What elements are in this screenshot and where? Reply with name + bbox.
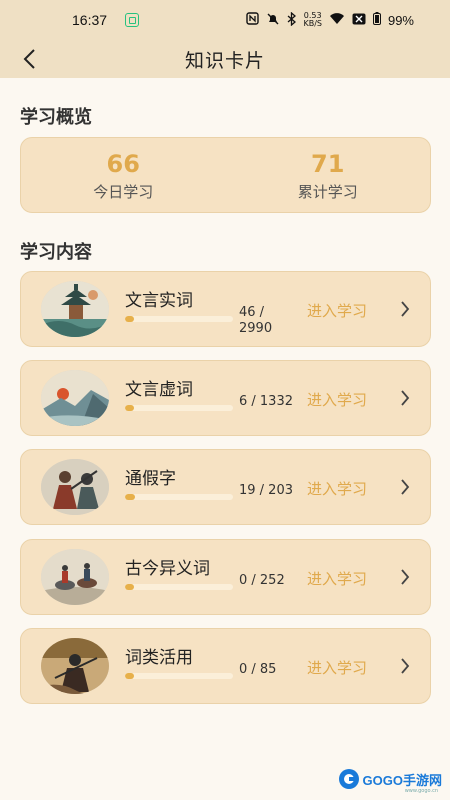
enter-study-label: 进入学习	[307, 570, 368, 588]
course-thumbnail	[41, 549, 109, 605]
app-notification-icon	[125, 13, 140, 27]
gogo-logo-icon	[338, 769, 359, 789]
chevron-right-icon	[401, 479, 410, 495]
progress-count: 0 / 252	[239, 573, 285, 588]
wifi-icon	[329, 12, 345, 28]
progress-bar	[125, 673, 233, 679]
progress-count: 0 / 85	[239, 662, 277, 677]
enter-study-label: 进入学习	[307, 302, 368, 320]
course-name: 古今异义词	[125, 559, 210, 579]
chevron-right-icon	[401, 569, 410, 585]
today-label: 今日学习	[93, 183, 154, 201]
nav-bar: 知识卡片	[0, 40, 450, 78]
course-card[interactable]: 文言实词 46 / 2990 进入学习	[20, 271, 431, 347]
course-thumbnail	[41, 459, 109, 515]
course-card[interactable]: 通假字 19 / 203 进入学习	[20, 449, 431, 525]
today-stat: 66 今日学习	[21, 138, 226, 212]
page-title: 知识卡片	[184, 49, 265, 72]
progress-bar	[125, 316, 233, 322]
enter-study-label: 进入学习	[307, 480, 368, 498]
course-name: 文言实词	[125, 291, 193, 311]
course-card[interactable]: 文言虚词 6 / 1332 进入学习	[20, 360, 431, 436]
progress-count: 46 / 2990	[239, 305, 273, 336]
course-card[interactable]: 词类活用 0 / 85 进入学习	[20, 628, 431, 704]
progress-fill	[125, 584, 134, 590]
progress-count: 6 / 1332	[239, 394, 293, 409]
progress-bar	[125, 584, 233, 590]
chevron-right-icon	[401, 390, 410, 406]
enter-study-label: 进入学习	[307, 659, 368, 677]
status-icons: 0.53 KB/S 99%	[246, 0, 414, 40]
total-label: 累计学习	[297, 183, 358, 201]
course-name: 通假字	[125, 469, 176, 489]
progress-fill	[125, 673, 134, 679]
today-value: 66	[106, 150, 140, 178]
course-name: 词类活用	[125, 648, 193, 668]
course-thumbnail	[41, 370, 109, 426]
chevron-left-icon	[23, 49, 35, 69]
chevron-right-icon	[401, 658, 410, 674]
overview-card: 66 今日学习 71 累计学习	[20, 137, 431, 213]
total-stat: 71 累计学习	[226, 138, 431, 212]
watermark-logo: GOGO手游网 www.gogo.cn	[328, 766, 442, 794]
mute-icon	[266, 12, 280, 29]
content-section-title: 学习内容	[20, 242, 92, 263]
course-thumbnail	[41, 638, 109, 694]
progress-fill	[125, 494, 136, 500]
course-card[interactable]: 古今异义词 0 / 252 进入学习	[20, 539, 431, 615]
battery-icon	[372, 12, 381, 28]
progress-count: 19 / 203	[239, 483, 293, 498]
watermark-text: GOGO手游网	[362, 772, 442, 788]
watermark-subtext: www.gogo.cn	[404, 788, 438, 794]
bluetooth-icon	[287, 11, 297, 29]
overview-section-title: 学习概览	[20, 107, 92, 128]
progress-fill	[125, 405, 134, 411]
chevron-right-icon	[401, 301, 410, 317]
battery-percent: 99%	[387, 12, 414, 28]
course-name: 文言虚词	[125, 380, 193, 400]
back-button[interactable]	[14, 44, 44, 74]
nfc-icon	[246, 12, 260, 28]
sim-off-icon	[352, 13, 366, 28]
network-speed: 0.53 KB/S	[303, 11, 322, 28]
status-time: 16:37	[72, 12, 108, 28]
course-thumbnail	[41, 281, 109, 337]
enter-study-label: 进入学习	[307, 391, 368, 409]
progress-fill	[125, 316, 134, 322]
total-value: 71	[311, 150, 345, 178]
status-bar: 16:37 0.53 KB/S 99%	[0, 0, 450, 40]
progress-bar	[125, 405, 233, 411]
progress-bar	[125, 494, 233, 500]
